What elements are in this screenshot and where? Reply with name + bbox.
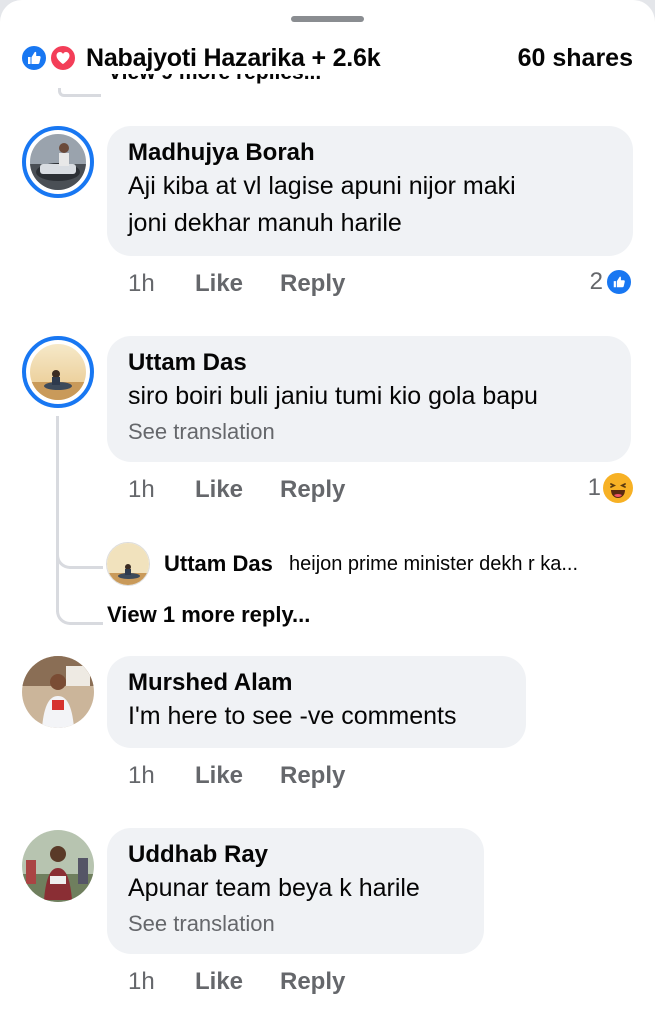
comment-time: 1h <box>128 476 155 503</box>
thread-connector <box>58 88 101 97</box>
comment-author[interactable]: Uddhab Ray <box>128 840 464 870</box>
reply-author[interactable]: Uttam Das <box>164 551 273 577</box>
avatar[interactable] <box>22 830 94 902</box>
avatar[interactable] <box>22 656 94 728</box>
comment-author[interactable]: Murshed Alam <box>128 668 506 698</box>
reply-button[interactable]: Reply <box>280 762 345 790</box>
comment-text-line: siro boiri buli janiu tumi kio gola bapu <box>128 382 538 410</box>
like-button[interactable]: Like <box>195 270 243 298</box>
love-reaction-icon <box>49 44 77 72</box>
comment-bubble[interactable]: Madhujya Borah Aji kiba at vl lagise apu… <box>107 126 633 256</box>
avatar[interactable] <box>22 126 94 198</box>
reaction-count[interactable]: 1 <box>588 473 633 503</box>
shares-count[interactable]: 60 shares <box>518 44 633 73</box>
reaction-count-number: 2 <box>589 268 603 295</box>
comment-text-line: Apunar team beya k harile <box>128 874 420 902</box>
like-button[interactable]: Like <box>195 968 243 996</box>
comment-time: 1h <box>128 762 155 789</box>
see-translation-link[interactable]: See translation <box>128 909 464 939</box>
thread-connector <box>56 596 103 625</box>
reactions-header: Nabajyoti Hazarika + 2.6k 60 shares <box>0 36 655 80</box>
reaction-count-number: 1 <box>587 474 601 501</box>
comment-bubble[interactable]: Murshed Alam I'm here to see -ve comment… <box>107 656 526 748</box>
drag-handle[interactable] <box>291 16 364 22</box>
comment-bubble[interactable]: Uddhab Ray Apunar team beya k harile See… <box>107 828 484 954</box>
like-button[interactable]: Like <box>195 762 243 790</box>
reply-preview[interactable]: Uttam Das heijon prime minister dekh r k… <box>106 542 646 586</box>
comment-author[interactable]: Uttam Das <box>128 348 611 378</box>
comments-sheet: Nabajyoti Hazarika + 2.6k 60 shares View… <box>0 0 655 1024</box>
comment-time: 1h <box>128 270 155 297</box>
view-more-replies-link[interactable]: View 1 more reply... <box>107 602 310 628</box>
comment-text-line: joni dekhar manuh harile <box>128 209 402 237</box>
thread-connector <box>56 540 103 569</box>
comment-text-line: I'm here to see -ve comments <box>128 702 457 730</box>
reaction-count[interactable]: 2 <box>590 268 633 296</box>
avatar[interactable] <box>106 542 150 586</box>
reactors-summary[interactable]: Nabajyoti Hazarika + 2.6k <box>86 44 381 73</box>
view-more-replies-link[interactable]: View 9 more replies... <box>108 74 321 96</box>
like-icon <box>605 268 633 296</box>
haha-icon <box>603 473 633 503</box>
avatar[interactable] <box>22 336 94 408</box>
reply-button[interactable]: Reply <box>280 968 345 996</box>
reply-button[interactable]: Reply <box>280 476 345 504</box>
comment-time: 1h <box>128 968 155 995</box>
reply-text: heijon prime minister dekh r ka... <box>289 553 579 575</box>
see-translation-link[interactable]: See translation <box>128 417 611 447</box>
like-button[interactable]: Like <box>195 476 243 504</box>
comment-author[interactable]: Madhujya Borah <box>128 138 613 168</box>
thread-line <box>56 416 59 612</box>
reply-button[interactable]: Reply <box>280 270 345 298</box>
comment-text-line: Aji kiba at vl lagise apuni nijor maki <box>128 172 516 200</box>
like-reaction-icon <box>20 44 48 72</box>
comment-bubble[interactable]: Uttam Das siro boiri buli janiu tumi kio… <box>107 336 631 462</box>
